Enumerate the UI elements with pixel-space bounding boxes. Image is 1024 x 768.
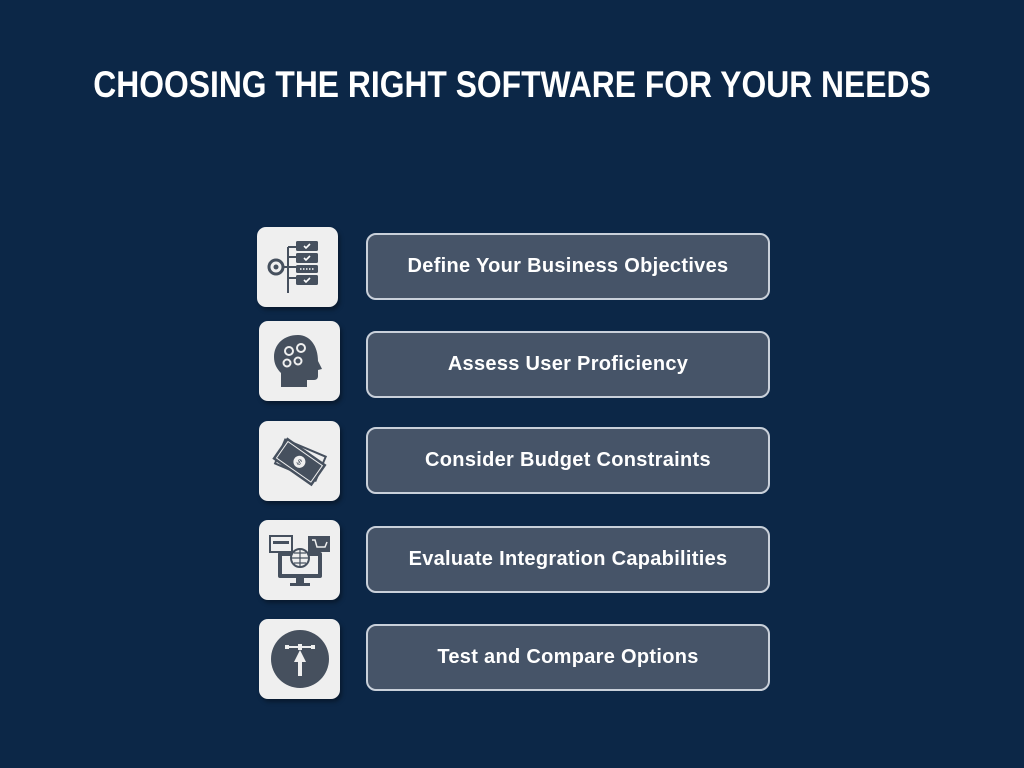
- step-1-icon-tile: [257, 227, 338, 307]
- step-3-box: Consider Budget Constraints: [366, 427, 770, 494]
- page-title: CHOOSING THE RIGHT SOFTWARE FOR YOUR NEE…: [93, 64, 931, 105]
- brain-gears-head-icon: [273, 335, 322, 387]
- step-4-label: Evaluate Integration Capabilities: [408, 548, 728, 570]
- step-5-label: Test and Compare Options: [437, 646, 699, 668]
- monitor-globe-cart-icon: [268, 535, 330, 586]
- step-2-box: Assess User Proficiency: [366, 331, 770, 398]
- step-3-icon-tile: $: [259, 421, 340, 501]
- step-5-icon-tile: [259, 619, 340, 699]
- step-5-box: Test and Compare Options: [366, 624, 770, 691]
- pen-tool-icon: [270, 630, 329, 688]
- step-1-label: Define Your Business Objectives: [407, 255, 729, 277]
- checklist-target-icon: [267, 241, 318, 293]
- step-2-label: Assess User Proficiency: [447, 353, 689, 375]
- step-4-icon-tile: [259, 520, 340, 600]
- step-3-label: Consider Budget Constraints: [425, 449, 711, 471]
- money-bills-icon: $: [271, 437, 327, 487]
- step-2-icon-tile: [259, 321, 340, 401]
- step-1-box: Define Your Business Objectives: [366, 233, 770, 300]
- step-4-box: Evaluate Integration Capabilities: [366, 526, 770, 593]
